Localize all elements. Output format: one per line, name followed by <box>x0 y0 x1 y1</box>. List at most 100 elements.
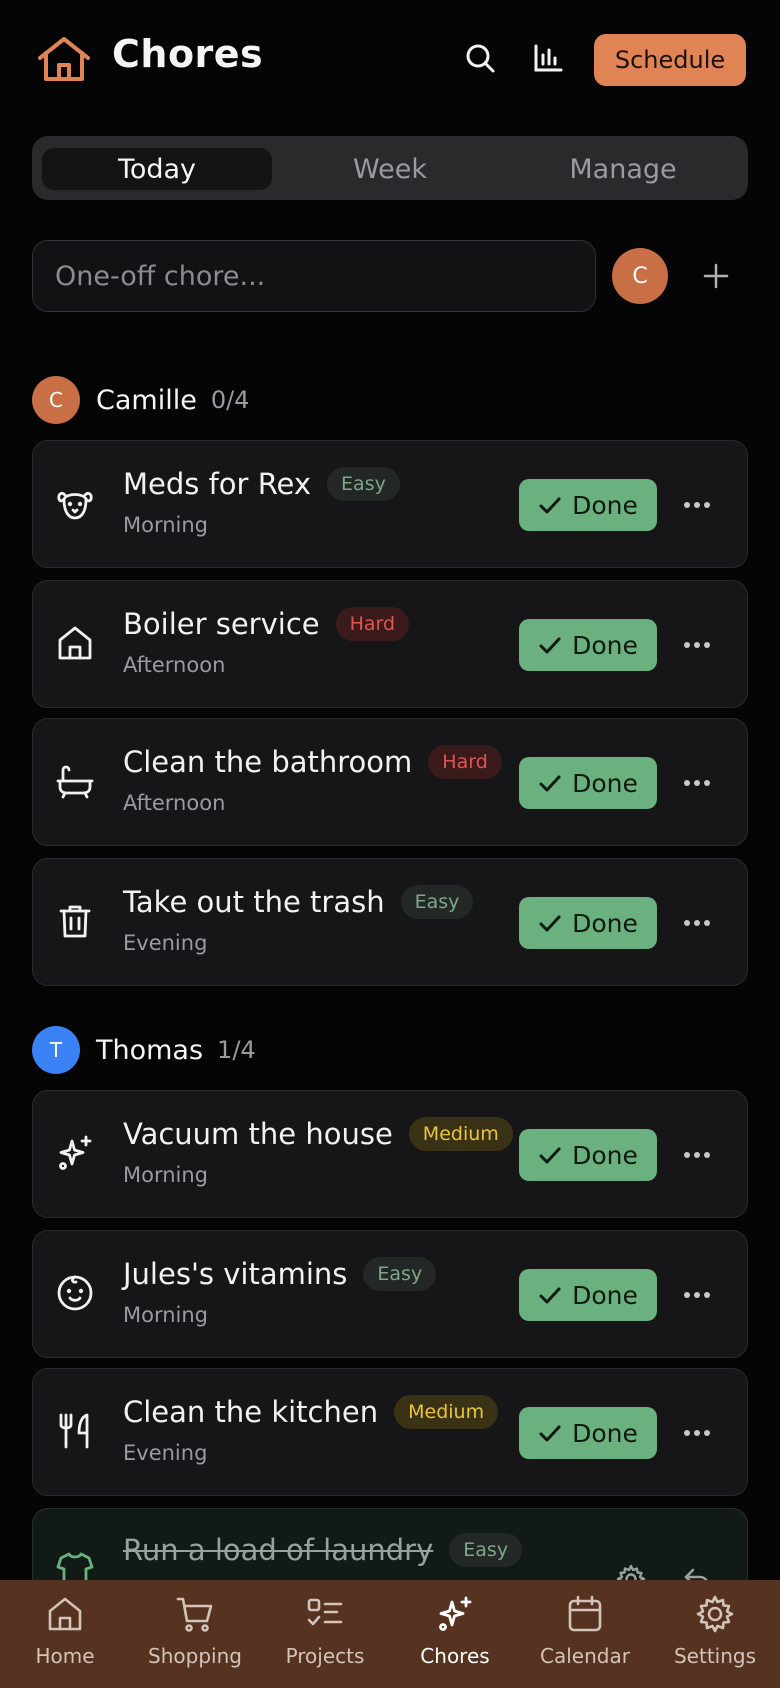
difficulty-badge: Medium <box>408 1117 513 1151</box>
chore-card[interactable]: Clean the bathroom Hard Afternoon Done <box>32 718 748 846</box>
plus-icon <box>703 263 729 289</box>
chore-time: Morning <box>123 1163 209 1187</box>
more-horizontal-icon <box>684 1152 710 1158</box>
gear-icon <box>696 1595 734 1633</box>
section-count: 0/4 <box>210 386 250 414</box>
difficulty-badge: Easy <box>327 467 400 501</box>
bathtub-icon <box>56 765 94 799</box>
nav-item-settings[interactable]: Settings <box>650 1594 780 1680</box>
difficulty-badge: Easy <box>363 1257 437 1291</box>
difficulty-badge: Easy <box>449 1533 523 1567</box>
done-button[interactable]: Done <box>519 1407 657 1459</box>
section-name: Thomas <box>96 1034 204 1066</box>
done-button[interactable]: Done <box>519 1129 657 1181</box>
house-icon <box>58 626 92 660</box>
more-options-button[interactable] <box>677 1137 717 1173</box>
more-horizontal-icon <box>684 780 710 786</box>
more-options-button[interactable] <box>677 627 717 663</box>
check-icon <box>539 637 561 654</box>
chore-time: Morning <box>123 1303 209 1327</box>
difficulty-badge: Easy <box>400 885 474 919</box>
done-label: Done <box>572 1140 638 1170</box>
add-chore-button[interactable] <box>696 256 736 296</box>
nav-label: Calendar <box>540 1644 630 1668</box>
more-options-button[interactable] <box>677 1277 717 1313</box>
chore-title: Boiler service <box>123 607 320 641</box>
chore-time: Evening <box>123 1441 208 1465</box>
chore-title: Take out the trash <box>123 885 385 919</box>
chore-card[interactable]: Vacuum the house Medium Morning Done <box>32 1090 748 1218</box>
section-header-thomas: T Thomas 1/4 <box>32 1026 256 1074</box>
chore-card[interactable]: Jules's vitamins Easy Morning Done <box>32 1230 748 1358</box>
done-label: Done <box>572 630 638 660</box>
tab-today[interactable]: Today <box>42 148 272 190</box>
nav-item-chores[interactable]: Chores <box>390 1594 520 1680</box>
check-icon <box>539 1287 561 1304</box>
chore-card[interactable]: Take out the trash Easy Evening Done <box>32 858 748 986</box>
trash-icon <box>59 905 91 938</box>
cart-icon <box>176 1597 213 1632</box>
oneoff-chore-input[interactable] <box>55 260 573 292</box>
chore-title: Clean the kitchen <box>123 1395 379 1429</box>
calendar-icon <box>568 1595 602 1632</box>
avatar: T <box>32 1026 80 1074</box>
bottom-nav: Home Shopping Projects Chores Calendar S… <box>0 1580 780 1688</box>
done-button[interactable]: Done <box>519 1269 657 1321</box>
nav-label: Settings <box>673 1644 757 1668</box>
section-header-camille: C Camille 0/4 <box>32 376 249 424</box>
bar-chart-icon <box>534 44 563 72</box>
schedule-button[interactable]: Schedule <box>594 34 746 86</box>
nav-label: Chores <box>420 1644 490 1668</box>
check-icon <box>539 915 561 932</box>
difficulty-badge: Medium <box>394 1395 499 1429</box>
avatar: C <box>32 376 80 424</box>
chore-card[interactable]: Meds for Rex Easy Morning Done <box>32 440 748 568</box>
difficulty-badge: Hard <box>428 745 502 779</box>
chore-time: Morning <box>123 513 209 537</box>
app-header: Chores Schedule <box>0 0 780 120</box>
more-options-button[interactable] <box>677 487 717 523</box>
chore-card[interactable]: Clean the kitchen Medium Evening Done <box>32 1368 748 1496</box>
check-icon <box>539 1425 561 1442</box>
chore-time: Evening <box>123 931 208 955</box>
nav-item-projects[interactable]: Projects <box>260 1594 390 1680</box>
done-button[interactable]: Done <box>519 757 657 809</box>
view-tabs: Today Week Manage <box>32 136 748 200</box>
dog-icon <box>57 491 93 520</box>
done-button[interactable]: Done <box>519 479 657 531</box>
tab-manage[interactable]: Manage <box>508 148 738 190</box>
nav-item-home[interactable]: Home <box>0 1594 130 1680</box>
done-label: Done <box>572 1418 638 1448</box>
baby-icon <box>57 1275 93 1311</box>
done-label: Done <box>572 490 638 520</box>
check-icon <box>539 775 561 792</box>
sparkles-icon <box>439 1596 472 1631</box>
more-options-button[interactable] <box>677 1415 717 1451</box>
nav-item-shopping[interactable]: Shopping <box>130 1594 260 1680</box>
check-icon <box>539 497 561 514</box>
done-label: Done <box>572 768 638 798</box>
more-horizontal-icon <box>684 920 710 926</box>
chore-title: Jules's vitamins <box>123 1257 348 1291</box>
utensils-icon <box>59 1413 89 1449</box>
assignee-avatar-button[interactable]: C <box>612 248 668 304</box>
chore-title: Clean the bathroom <box>123 745 413 779</box>
sparkles-icon <box>59 1135 92 1170</box>
oneoff-chore-field <box>32 240 596 312</box>
done-button[interactable]: Done <box>519 897 657 949</box>
search-icon <box>466 44 495 73</box>
stats-button[interactable] <box>528 38 568 78</box>
tab-week[interactable]: Week <box>275 148 505 190</box>
nav-item-calendar[interactable]: Calendar <box>520 1594 650 1680</box>
checklist-icon <box>307 1598 343 1626</box>
chore-title: Meds for Rex <box>123 467 312 501</box>
home-icon <box>48 1597 82 1631</box>
search-button[interactable] <box>460 38 500 78</box>
more-options-button[interactable] <box>677 765 717 801</box>
more-options-button[interactable] <box>677 905 717 941</box>
chore-card[interactable]: Boiler service Hard Afternoon Done <box>32 580 748 708</box>
more-horizontal-icon <box>684 1430 710 1436</box>
done-button[interactable]: Done <box>519 619 657 671</box>
chore-time: Afternoon <box>123 791 226 815</box>
more-horizontal-icon <box>684 502 710 508</box>
